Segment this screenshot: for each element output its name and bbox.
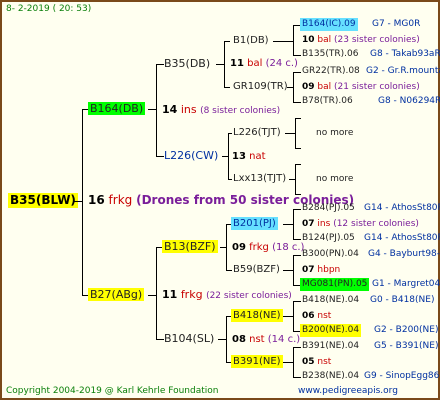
- sire-branch-line: [156, 64, 157, 156]
- l226-count: 13 nat: [232, 151, 266, 162]
- lxx13-nomore: no more: [316, 174, 354, 184]
- b59-count: 07 hbpn: [302, 265, 341, 275]
- dam-branch-line: [156, 247, 157, 339]
- gen4-item[interactable]: B418(NE).04: [300, 294, 361, 307]
- gen4-right: G4 - Bayburt98-3: [368, 249, 440, 259]
- node-b13bzf[interactable]: B13(BZF): [162, 240, 218, 253]
- site-link[interactable]: www.pedigreeapis.org: [298, 385, 398, 398]
- gen4-right: G8 - N06294R: [378, 96, 440, 106]
- gen4-item[interactable]: MG081(PN).05: [300, 278, 370, 291]
- b35-count: 11 bal (24 c.): [230, 58, 298, 69]
- gen4-right: G2 - Gr.R.mounta: [366, 66, 440, 76]
- node-gr109tr[interactable]: GR109(TR): [231, 80, 290, 93]
- gen4-right: G2 - B200(NE): [374, 325, 439, 335]
- root-node[interactable]: B35(BLW): [8, 193, 78, 208]
- b13-count: 09 frkg (18 c.): [232, 242, 305, 253]
- gen4-item[interactable]: B78(TR).06: [300, 95, 355, 108]
- gen4-right: G1 - Margret04R: [372, 279, 440, 289]
- gen4-right: G0 - B418(NE): [370, 295, 435, 305]
- b201-count: 07 ins (12 sister colonies): [302, 219, 419, 229]
- gen4-item[interactable]: B135(TR).06: [300, 48, 360, 61]
- date-text: 8- 2-2019 ( 20: 53): [6, 4, 92, 14]
- gen4-item[interactable]: B200(NE).04: [300, 324, 362, 337]
- gen4-item[interactable]: B238(NE).04: [300, 370, 361, 383]
- node-b201pj[interactable]: B201(PJ): [231, 217, 278, 230]
- gen4-item[interactable]: GR22(TR).08: [300, 65, 362, 78]
- pedigree-frame: 8- 2-2019 ( 20: 53) Copyright 2004-2019 …: [0, 0, 440, 400]
- sire-node[interactable]: B164(DB): [88, 102, 146, 115]
- node-l226tjt[interactable]: L226(TJT): [231, 126, 283, 139]
- gen4-right: G14 - AthosSt80R: [364, 233, 440, 243]
- node-b59bzf[interactable]: B59(BZF): [231, 263, 282, 276]
- node-b391ne[interactable]: B391(NE): [231, 355, 283, 368]
- node-b418ne[interactable]: B418(NE): [231, 309, 283, 322]
- root-branch-line: [82, 109, 83, 295]
- gen4-item[interactable]: B284(PJ).05: [300, 202, 357, 215]
- l226t-nomore: no more: [316, 128, 354, 138]
- gen4-right: G9 - SinopEgg86R: [364, 371, 440, 381]
- node-b35db[interactable]: B35(DB): [162, 57, 212, 70]
- root-connector: [74, 201, 82, 202]
- gen4-right: G14 - AthosSt80R: [364, 203, 440, 213]
- gen4-item[interactable]: B300(PN).04: [300, 248, 361, 261]
- gen4-right: G8 - Takab93aR: [370, 49, 440, 59]
- dam-count: 11 frkg (22 sister colonies): [162, 288, 292, 301]
- b418-count: 06 nst: [302, 311, 332, 321]
- gr109-count: 09 bal (21 sister colonies): [302, 82, 420, 92]
- gen4-right: G7 - MG0R: [372, 19, 421, 29]
- b1-count: 10 bal (23 sister colonies): [302, 35, 420, 45]
- node-l226cw[interactable]: L226(CW): [162, 149, 220, 162]
- node-lxx13tjt[interactable]: Lxx13(TJT): [231, 172, 288, 185]
- node-b104sl[interactable]: B104(SL): [162, 332, 216, 345]
- dam-node[interactable]: B27(ABg): [88, 288, 145, 301]
- sire-count: 14 ins (8 sister colonies): [162, 103, 281, 116]
- gen4-item[interactable]: B164(IC).09: [300, 18, 358, 31]
- b391-count: 05 nst: [302, 357, 332, 367]
- b104-count: 08 nst (14 c.): [232, 334, 301, 345]
- gen4-item[interactable]: B391(NE).04: [300, 340, 361, 353]
- gen4-item[interactable]: B124(PJ).05: [300, 232, 357, 245]
- node-b1db[interactable]: B1(DB): [231, 34, 271, 47]
- gen4-right: G5 - B391(NE): [374, 341, 439, 351]
- copyright-text: Copyright 2004-2019 @ Karl Kehrle Founda…: [6, 386, 219, 396]
